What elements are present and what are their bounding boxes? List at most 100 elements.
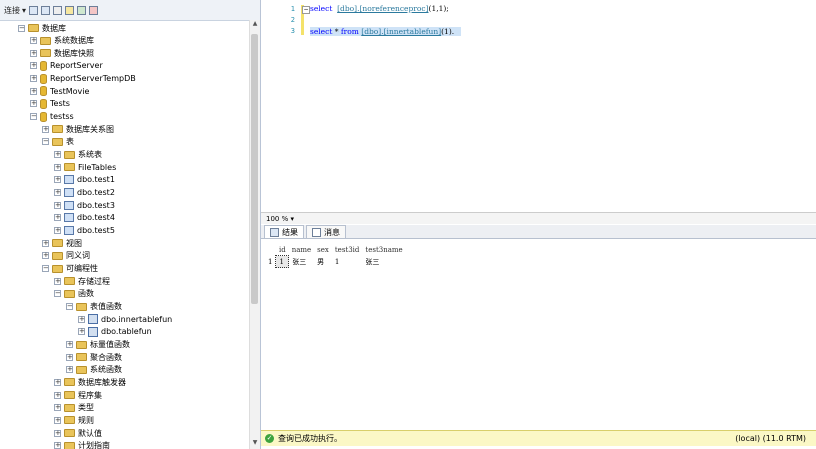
tree-node-label: dbo.tablefun [101,327,152,337]
collapse-icon[interactable]: − [54,290,61,298]
tree-node[interactable]: + 规则 [54,414,94,426]
expand-icon[interactable]: + [54,429,61,437]
expand-icon[interactable]: + [54,214,61,222]
collapse-icon[interactable]: − [42,265,49,273]
collapse-icon[interactable]: − [42,138,49,146]
expand-icon[interactable]: + [42,252,49,260]
tree-node[interactable]: + ReportServer [30,60,103,72]
expand-icon[interactable]: + [30,87,37,95]
tree-node[interactable]: + 聚合函数 [66,351,122,363]
tree-node[interactable]: + 数据库触发器 [54,376,126,388]
tree-node[interactable]: + dbo.test4 [54,212,115,224]
stop-icon[interactable] [53,5,63,15]
disconnect-icon[interactable] [41,5,51,15]
connect-object-explorer-icon[interactable] [29,5,39,15]
tree-node[interactable]: − 表值函数 [66,301,122,313]
expand-icon[interactable]: + [66,341,73,348]
table-cell[interactable]: 张三 [362,256,405,268]
tree-node[interactable]: + dbo.tablefun [78,326,152,338]
table-cell[interactable]: 1 [332,256,363,268]
expand-icon[interactable]: + [54,416,61,424]
filter-icon[interactable] [65,5,75,15]
tree-node[interactable]: + FileTables [54,161,116,173]
expand-icon[interactable]: + [30,75,37,83]
tree-node[interactable]: + dbo.test3 [54,199,115,211]
expand-icon[interactable]: + [54,189,61,197]
expand-icon[interactable]: + [78,315,85,323]
expand-icon[interactable]: + [54,404,61,412]
query-editor[interactable]: 1 2 3 − select [dbo].[noreferenceproc](1… [261,0,816,212]
column-header[interactable]: id [276,244,289,256]
expand-icon[interactable]: + [54,277,61,285]
table-cell[interactable]: 1 [275,255,290,268]
tree-node[interactable]: + 存储过程 [54,275,110,287]
refresh-icon[interactable] [77,5,87,15]
tree-node[interactable]: + 类型 [54,402,94,414]
tree-node-label: 计划指南 [78,441,110,449]
expand-icon[interactable]: + [30,100,37,108]
tree-node[interactable]: + dbo.test2 [54,187,115,199]
tree-node[interactable]: + 标量值函数 [66,339,130,351]
zoom-select[interactable]: 100 % ▾ [266,215,294,223]
expand-icon[interactable]: + [66,366,73,374]
tree-node[interactable]: + 同义词 [42,250,90,262]
expand-icon[interactable]: + [54,442,61,449]
tree-node[interactable]: + dbo.innertablefun [78,313,172,325]
tree-node[interactable]: + 系统数据库 [30,35,94,47]
tree-node[interactable]: − 表 [42,136,74,148]
connect-button[interactable]: 连接 ▾ [4,5,26,16]
tree-node[interactable]: − testss [30,111,74,123]
tree-node[interactable]: − 函数 [54,288,94,300]
tree-node[interactable]: + dbo.test5 [54,225,115,237]
collapse-icon[interactable]: − [18,24,25,32]
expand-icon[interactable]: + [42,125,49,133]
expand-icon[interactable]: + [78,328,85,336]
tree-node[interactable]: + 计划指南 [54,440,110,449]
expand-icon[interactable]: + [54,227,61,235]
tree-node[interactable]: + 系统表 [54,149,102,161]
table-cell[interactable]: 张三 [289,256,314,268]
column-header[interactable]: sex [314,244,332,256]
collapse-icon[interactable]: − [30,113,37,121]
tree-node[interactable]: + 数据库快照 [30,47,94,59]
scrollbar-thumb[interactable] [251,34,258,304]
expand-icon[interactable]: + [54,176,61,184]
tree-scrollbar[interactable]: ▲ ▼ [249,20,260,449]
expand-icon[interactable]: + [54,163,61,171]
column-header[interactable]: test3name [362,244,405,256]
expand-icon[interactable]: + [30,62,37,70]
expand-icon[interactable]: + [30,49,37,57]
activity-monitor-icon[interactable] [89,5,99,15]
scroll-down-icon[interactable]: ▼ [250,439,260,449]
tree-node-label: 数据库 [42,23,66,33]
expand-icon[interactable]: + [54,378,61,386]
expand-icon[interactable]: + [54,391,61,399]
tab-results[interactable]: 结果 [264,225,304,238]
column-header[interactable]: name [289,244,314,256]
tree-node[interactable]: + dbo.test1 [54,174,115,186]
expand-icon[interactable]: + [54,151,61,159]
tree-node[interactable]: + 程序集 [54,389,102,401]
column-header[interactable]: test3id [332,244,363,256]
tree-node[interactable]: + 系统函数 [66,364,122,376]
expand-icon[interactable]: + [66,353,73,361]
scroll-up-icon[interactable]: ▲ [250,20,260,30]
expand-icon[interactable]: + [42,239,49,247]
tree-node[interactable]: + 数据库关系图 [42,123,114,135]
tree-node[interactable]: + ReportServerTempDB [30,73,136,85]
collapse-icon[interactable]: − [66,303,73,311]
table-cell[interactable]: 男 [314,256,332,268]
table-row[interactable]: 1 1 张三 男 1 张三 [265,255,406,268]
tree-node[interactable]: + TestMovie [30,85,89,97]
tab-messages[interactable]: 消息 [306,225,346,238]
tree-node[interactable]: − 数据库 [18,22,66,34]
expand-icon[interactable]: + [30,37,37,45]
tree-node[interactable]: + 视图 [42,237,82,249]
tree-node[interactable]: + Tests [30,98,70,110]
tree-node[interactable]: − 可编程性 [42,263,98,275]
collapse-icon[interactable]: − [302,6,310,14]
expand-icon[interactable]: + [54,201,61,209]
results-grid[interactable]: id name sex test3id test3name 1 1 张三 男 1… [261,240,816,428]
row-number[interactable]: 1 [265,256,276,268]
tree-node[interactable]: + 默认值 [54,427,102,439]
